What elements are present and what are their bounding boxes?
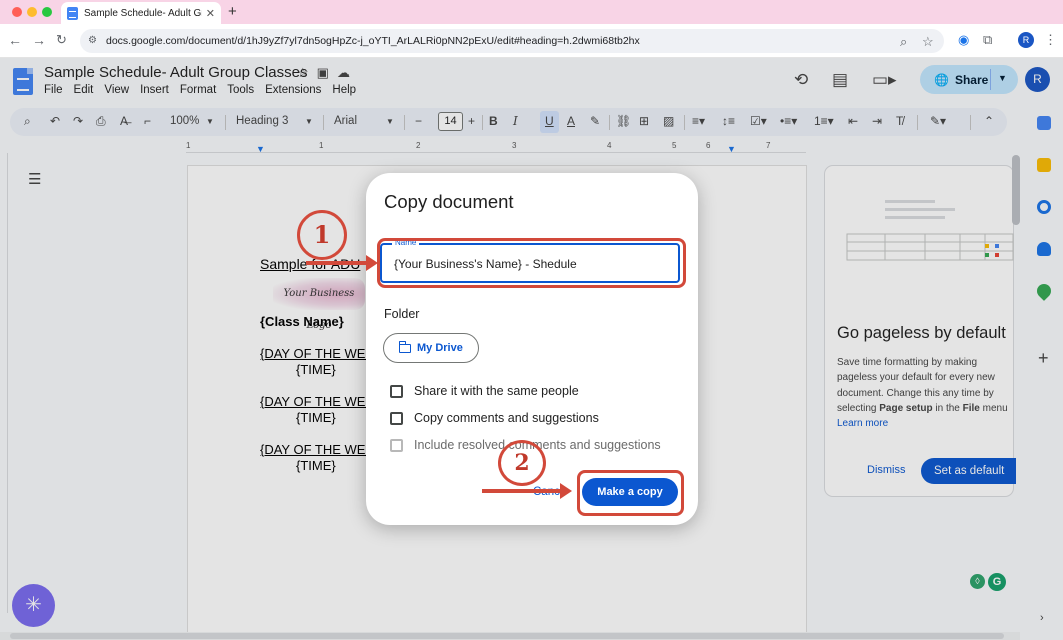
zoom-icon[interactable]: ⌕ [900, 34, 907, 50]
docs-favicon-icon [67, 6, 78, 20]
new-tab-button[interactable]: + [228, 3, 237, 20]
checkbox-icon[interactable] [390, 384, 403, 398]
name-field-highlight [377, 238, 686, 288]
url-text: docs.google.com/document/d/1hJ9yZf7yl7dn… [106, 35, 640, 47]
close-window-button[interactable] [12, 7, 22, 17]
forward-arrow-icon[interactable]: → [32, 32, 46, 48]
extension-icon[interactable]: ◉ [958, 32, 969, 48]
checkbox-icon[interactable] [390, 411, 403, 425]
close-tab-icon[interactable]: ✕ [206, 7, 215, 20]
bookmark-star-icon[interactable]: ☆ [922, 34, 934, 50]
site-settings-icon[interactable]: ⚙ [88, 35, 97, 46]
tab-title: Sample Schedule- Adult Grou [84, 7, 202, 19]
browser-tab[interactable]: Sample Schedule- Adult Grou ✕ [61, 2, 221, 24]
extensions-puzzle-icon[interactable]: ⧉ [983, 32, 992, 48]
folder-icon [398, 340, 411, 353]
step-2-arrow [482, 489, 562, 493]
browser-tab-strip: Sample Schedule- Adult Grou ✕ + [0, 0, 1063, 24]
checkbox-label: Copy comments and suggestions [414, 411, 599, 425]
dialog-title: Copy document [384, 191, 514, 212]
browser-profile-avatar[interactable]: R [1018, 32, 1034, 48]
share-same-people-checkbox[interactable]: Share it with the same people [390, 384, 579, 398]
address-bar[interactable]: ⚙ docs.google.com/document/d/1hJ9yZf7yl7… [80, 29, 944, 53]
minimize-window-button[interactable] [27, 7, 37, 17]
back-arrow-icon[interactable]: ← [8, 32, 22, 48]
folder-picker-button[interactable]: My Drive [383, 333, 479, 363]
folder-button-label: My Drive [417, 342, 463, 354]
copy-comments-checkbox[interactable]: Copy comments and suggestions [390, 411, 599, 425]
step-1-marker: 1 [297, 210, 347, 260]
browser-toolbar: ← → ↻ ⚙ docs.google.com/document/d/1hJ9y… [0, 24, 1063, 58]
checkbox-icon [390, 438, 403, 452]
browser-menu-icon[interactable]: ⋮ [1044, 32, 1057, 48]
step-2-marker: 2 [498, 440, 546, 486]
reload-icon[interactable]: ↻ [56, 32, 67, 48]
maximize-window-button[interactable] [42, 7, 52, 17]
checkbox-label: Share it with the same people [414, 384, 579, 398]
make-copy-highlight [577, 470, 684, 516]
step-1-arrow [306, 261, 368, 265]
folder-label: Folder [384, 307, 420, 321]
